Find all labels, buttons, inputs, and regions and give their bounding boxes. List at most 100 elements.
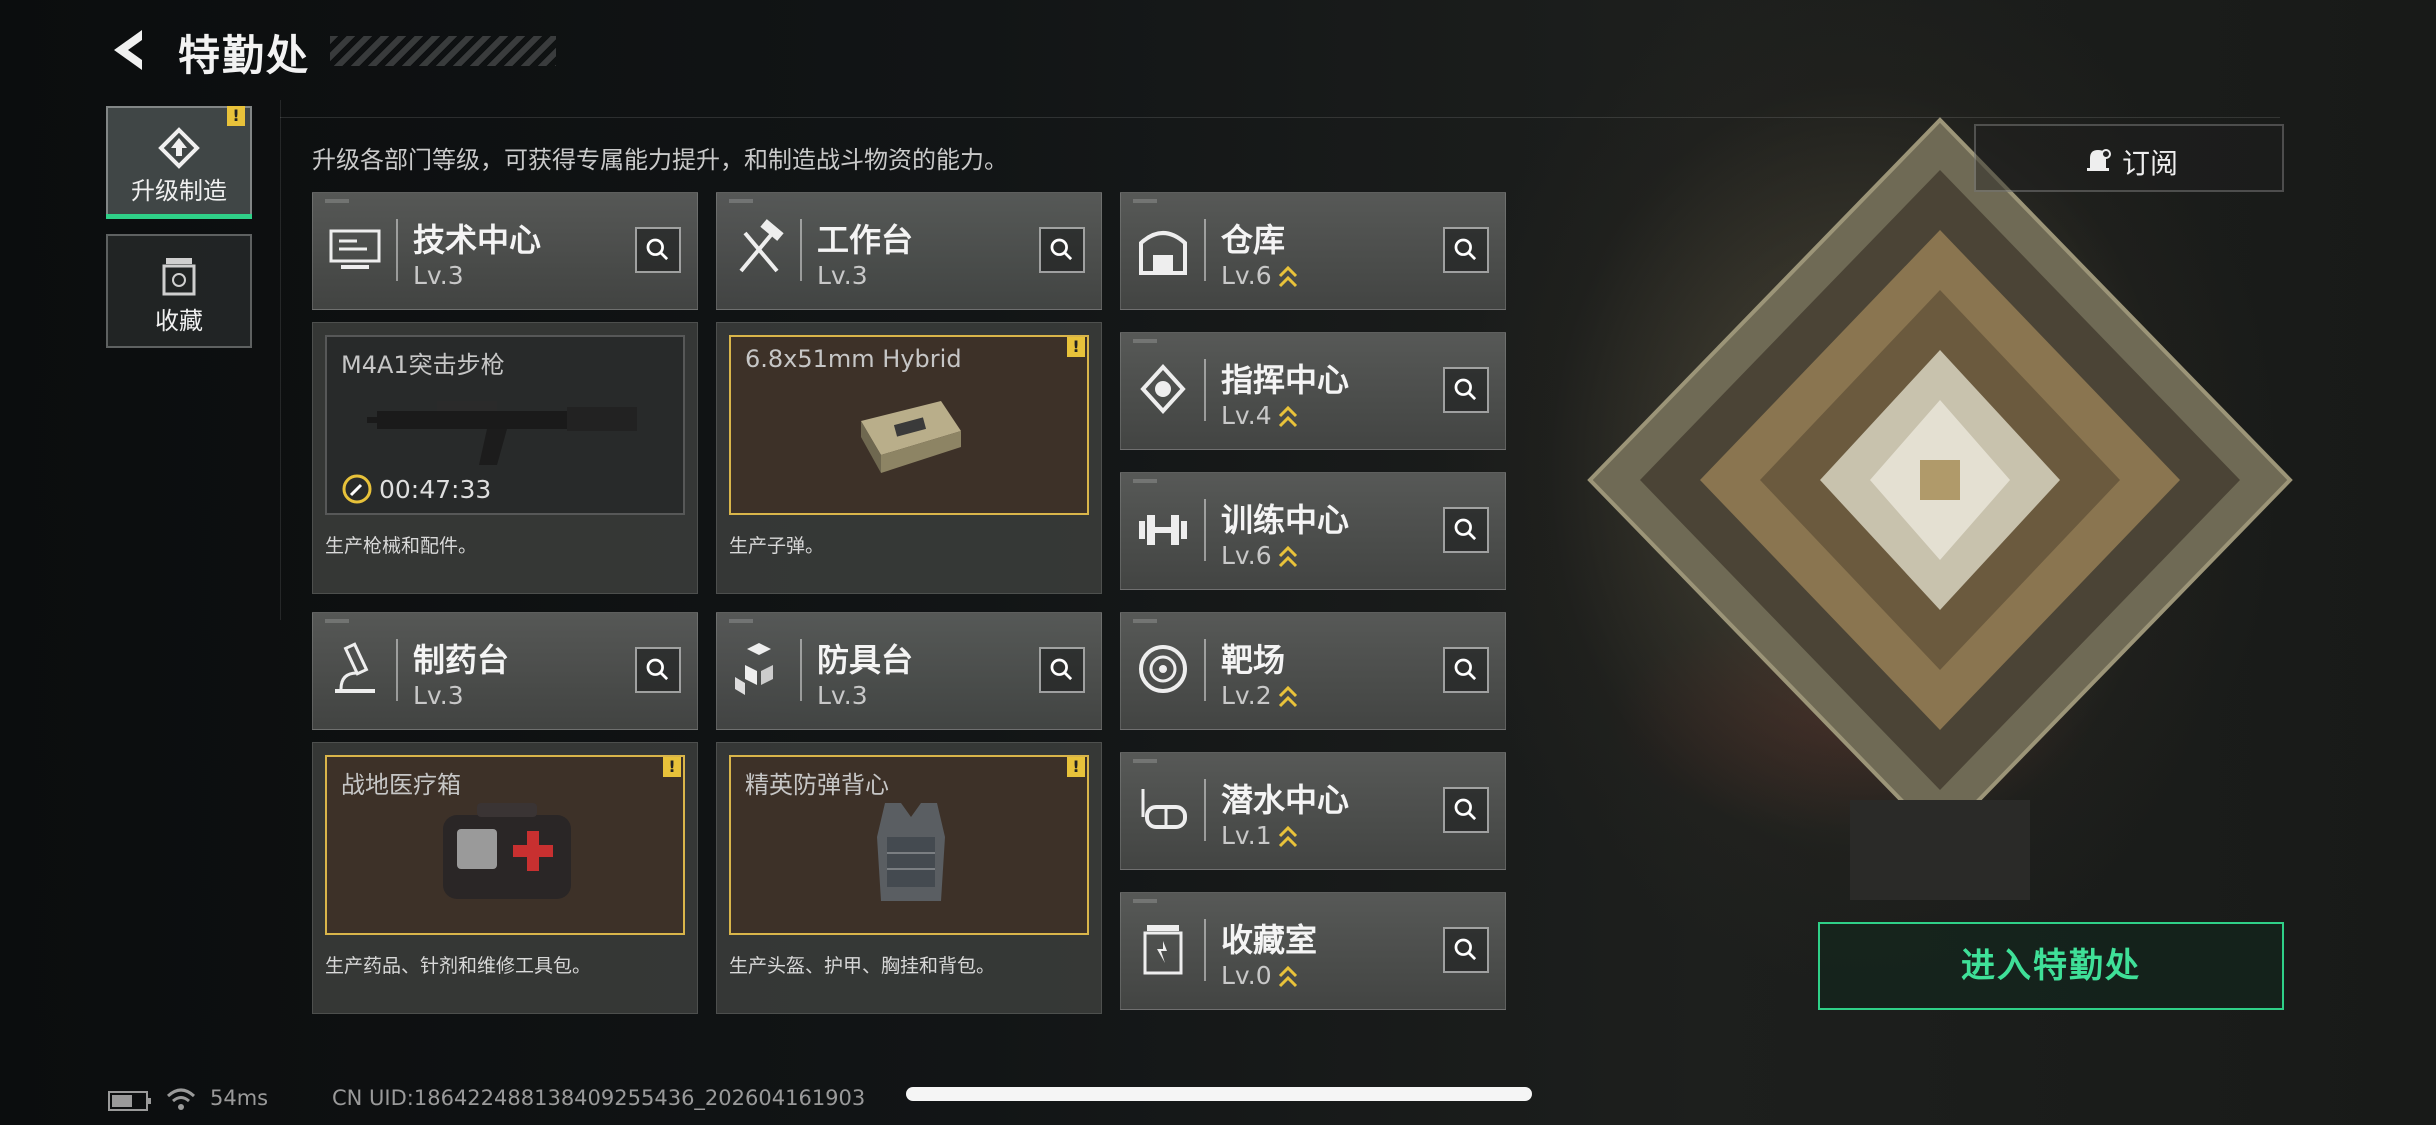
dept-name: 靶场 xyxy=(1221,641,1286,679)
dept-card-warehouse[interactable]: 仓库 Lv.6 xyxy=(1120,192,1506,310)
collection-icon xyxy=(162,258,196,296)
level-text: Lv.6 xyxy=(1221,541,1272,570)
upgrade-chevron-icon xyxy=(1278,685,1297,708)
card-decoration xyxy=(1133,619,1157,623)
hammer-wrench-icon xyxy=(739,219,784,273)
production-description: 生产头盔、护甲、胸挂和背包。 xyxy=(729,955,996,977)
divider-line xyxy=(280,100,281,620)
trophy-jar-icon xyxy=(1143,925,1183,975)
search-icon[interactable] xyxy=(1443,367,1489,413)
search-icon[interactable] xyxy=(1039,227,1085,273)
wifi-icon xyxy=(166,1088,196,1110)
card-decoration xyxy=(729,619,753,623)
dept-level: Lv.2 xyxy=(1221,681,1298,710)
uid-text: CN UID:186422488138409255436_20260416190… xyxy=(332,1086,866,1110)
card-decoration xyxy=(325,619,349,623)
ammo-box-image xyxy=(861,401,961,473)
subscribe-button[interactable]: 订阅 xyxy=(1974,124,2284,192)
active-tab-indicator xyxy=(106,214,252,219)
separator xyxy=(1204,359,1206,421)
page-subtitle: 升级各部门等级，可获得专属能力提升，和制造战斗物资的能力。 xyxy=(312,146,1008,174)
title-decoration xyxy=(330,36,556,66)
dept-card-tech-center[interactable]: 技术中心 Lv.3 xyxy=(312,192,698,310)
hq-cube-illustration xyxy=(1587,117,2293,900)
dept-level: Lv.3 xyxy=(817,681,868,710)
search-icon[interactable] xyxy=(1039,647,1085,693)
production-slot[interactable]: 战地医疗箱 ! xyxy=(325,755,685,935)
dept-level: Lv.3 xyxy=(817,261,868,290)
dept-name: 收藏室 xyxy=(1221,921,1318,959)
level-text: Lv.2 xyxy=(1221,681,1272,710)
dept-card-shooting-range[interactable]: 靶场 Lv.2 xyxy=(1120,612,1506,730)
search-icon[interactable] xyxy=(1443,507,1489,553)
dept-level: Lv.4 xyxy=(1221,401,1298,430)
card-decoration xyxy=(729,199,753,203)
upgrade-chevron-icon xyxy=(1278,545,1297,568)
dept-name: 仓库 xyxy=(1221,221,1286,259)
medkit-image xyxy=(443,803,571,899)
warehouse-icon xyxy=(1139,231,1187,275)
dept-card-command-center[interactable]: 指挥中心 Lv.4 xyxy=(1120,332,1506,450)
upgrade-chevron-icon xyxy=(1278,965,1297,988)
timer-text: 00:47:33 xyxy=(379,474,492,504)
dept-name: 技术中心 xyxy=(413,221,542,259)
level-text: Lv.6 xyxy=(1221,261,1272,290)
enter-hq-label: 进入特勤处 xyxy=(1961,946,2141,986)
tab-collection[interactable]: 收藏 xyxy=(106,234,252,348)
workbench-monitor-icon xyxy=(329,229,381,269)
card-decoration xyxy=(1133,199,1157,203)
search-icon[interactable] xyxy=(635,647,681,693)
production-item-name: M4A1突击步枪 xyxy=(341,351,505,379)
production-description: 生产枪械和配件。 xyxy=(325,535,478,557)
upgrade-chevron-icon xyxy=(1278,265,1297,288)
dept-name: 指挥中心 xyxy=(1221,361,1350,399)
production-panel-pharmacy[interactable]: 战地医疗箱 ! 生产药品、针剂和维修工具包。 xyxy=(312,742,698,1014)
production-panel-tech-center[interactable]: M4A1突击步枪 00:47:33 生产枪械和配件。 xyxy=(312,322,698,594)
production-panel-armor[interactable]: 精英防弹背心 ! 生产头盔、护甲、胸挂和背包。 xyxy=(716,742,1102,1014)
production-slot[interactable]: 6.8x51mm Hybrid ! xyxy=(729,335,1089,515)
production-slot[interactable]: 精英防弹背心 ! xyxy=(729,755,1089,935)
separator xyxy=(1204,919,1206,981)
microscope-icon xyxy=(335,642,375,693)
search-icon[interactable] xyxy=(1443,647,1489,693)
bell-icon xyxy=(2087,149,2111,171)
dept-card-armor[interactable]: 防具台 Lv.3 xyxy=(716,612,1102,730)
separator xyxy=(1204,499,1206,561)
armor-boxes-icon xyxy=(735,643,773,695)
dept-card-workbench[interactable]: 工作台 Lv.3 xyxy=(716,192,1102,310)
card-decoration xyxy=(1133,339,1157,343)
dept-level: Lv.6 xyxy=(1221,261,1298,290)
production-slot[interactable]: M4A1突击步枪 00:47:33 xyxy=(325,335,685,515)
production-description: 生产子弹。 xyxy=(729,535,825,557)
dept-card-collection-room[interactable]: 收藏室 Lv.0 xyxy=(1120,892,1506,1010)
alert-badge: ! xyxy=(1067,757,1085,777)
wrench-clock-icon xyxy=(342,474,372,504)
back-arrow-icon[interactable] xyxy=(108,26,152,74)
production-panel-workbench[interactable]: 6.8x51mm Hybrid ! 生产子弹。 xyxy=(716,322,1102,594)
search-icon[interactable] xyxy=(1443,927,1489,973)
card-decoration xyxy=(1133,899,1157,903)
armor-vest-image xyxy=(877,803,945,901)
level-text: Lv.4 xyxy=(1221,401,1272,430)
production-description: 生产药品、针剂和维修工具包。 xyxy=(325,955,592,977)
dept-level: Lv.3 xyxy=(413,261,464,290)
upgrade-chevron-icon xyxy=(1278,405,1297,428)
search-icon[interactable] xyxy=(1443,227,1489,273)
dept-card-pharmacy[interactable]: 制药台 Lv.3 xyxy=(312,612,698,730)
card-decoration xyxy=(1133,759,1157,763)
search-icon[interactable] xyxy=(1443,787,1489,833)
alert-badge: ! xyxy=(227,106,245,126)
rifle-image xyxy=(367,401,637,465)
subscribe-label: 订阅 xyxy=(2122,147,2179,180)
alert-badge: ! xyxy=(663,757,681,777)
command-chip-icon xyxy=(1140,364,1186,414)
dept-level: Lv.3 xyxy=(413,681,464,710)
dept-card-diving-center[interactable]: 潜水中心 Lv.1 xyxy=(1120,752,1506,870)
dept-level: Lv.6 xyxy=(1221,541,1298,570)
search-icon[interactable] xyxy=(635,227,681,273)
home-indicator[interactable] xyxy=(906,1087,1532,1101)
dept-card-training-center[interactable]: 训练中心 Lv.6 xyxy=(1120,472,1506,590)
enter-hq-button[interactable]: 进入特勤处 xyxy=(1818,922,2284,1010)
upgrade-chevron-icon xyxy=(1278,825,1297,848)
dumbbell-icon xyxy=(1139,515,1187,545)
